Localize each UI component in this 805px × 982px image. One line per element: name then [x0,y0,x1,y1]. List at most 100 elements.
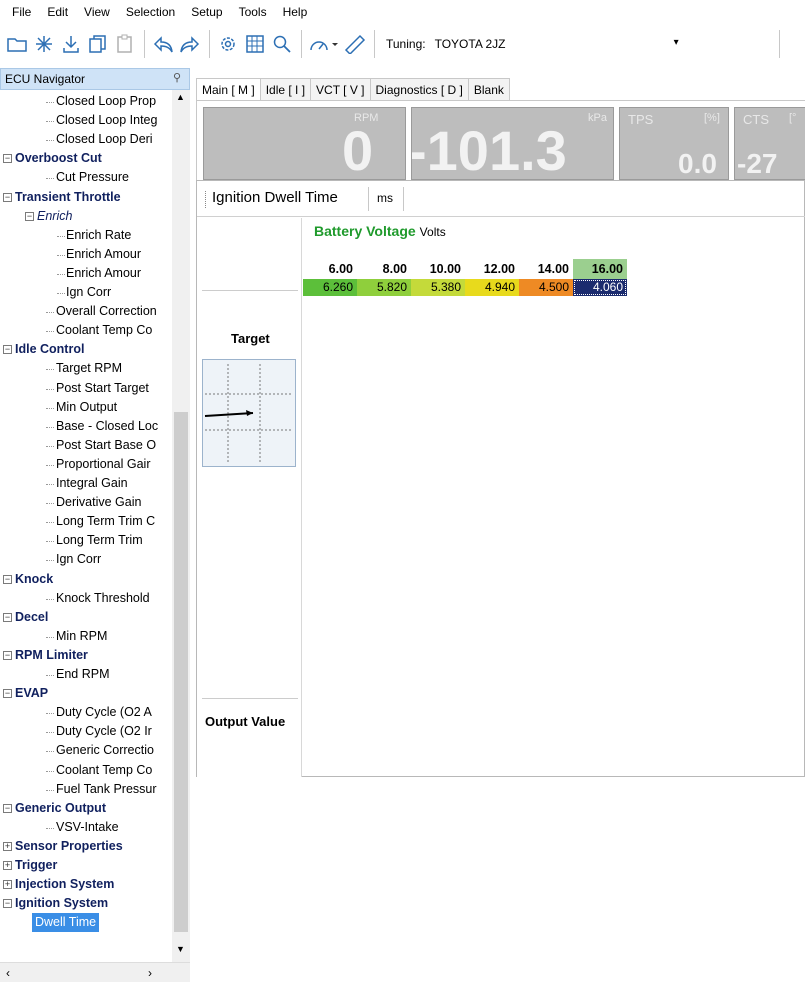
nav-item[interactable]: Target RPM [56,359,122,378]
table-cell[interactable]: 5.380 [411,279,465,296]
nav-category[interactable]: Sensor Properties [15,837,123,856]
menu-view[interactable]: View [76,0,118,24]
nav-category[interactable]: Idle Control [15,340,84,359]
nav-category[interactable]: Ignition System [15,894,108,913]
scroll-down-icon[interactable]: ▼ [176,944,185,954]
nav-item[interactable]: Closed Loop Deri [56,130,153,149]
table-cell[interactable]: 4.940 [465,279,519,296]
grip-handle[interactable] [205,191,206,208]
nav-category[interactable]: Transient Throttle [15,188,121,207]
nav-category[interactable]: Overboost Cut [15,149,102,168]
nav-item[interactable]: Cut Pressure [56,168,129,187]
tuning-select[interactable]: TOYOTA 2JZ ▾ [431,32,692,56]
star-burst-icon[interactable] [31,29,57,59]
nav-item[interactable]: Ign Corr [56,550,101,569]
open-folder-icon[interactable] [4,29,30,59]
nav-item[interactable]: Base - Closed Loc [56,417,158,436]
nav-item[interactable]: Derivative Gain [56,493,141,512]
collapse-icon[interactable]: − [3,803,12,813]
nav-item[interactable]: Closed Loop Prop [56,92,156,111]
tab-2[interactable]: VCT [ V ] [310,78,371,100]
gauge-icon[interactable] [307,29,341,59]
nav-category[interactable]: EVAP [15,684,48,703]
table-cell[interactable]: 5.820 [357,279,411,296]
nav-item[interactable]: Fuel Tank Pressur [56,780,157,799]
nav-category[interactable]: Injection System [15,875,114,894]
nav-item[interactable]: Enrich Amour [66,245,141,264]
column-header[interactable]: 10.00 [411,259,465,279]
mini-map-preview[interactable] [202,359,296,467]
download-icon[interactable] [58,29,84,59]
navigator-hscrollbar[interactable]: ‹ › [0,962,190,982]
collapse-icon[interactable]: − [3,154,12,164]
tab-3[interactable]: Diagnostics [ D ] [369,78,469,100]
nav-item[interactable]: Post Start Base O [56,436,156,455]
expand-icon[interactable]: + [3,861,12,870]
nav-subcategory[interactable]: Enrich [37,207,72,226]
nav-item[interactable]: Closed Loop Integ [56,111,157,130]
expand-icon[interactable]: + [3,841,12,851]
nav-item[interactable]: Duty Cycle (O2 A [56,703,152,722]
collapse-icon[interactable]: − [3,689,12,699]
table-icon[interactable] [242,29,268,59]
column-header[interactable]: 12.00 [465,259,519,279]
menu-edit[interactable]: Edit [39,0,76,24]
nav-item[interactable]: Long Term Trim C [56,512,155,531]
nav-item[interactable]: Enrich Amour [66,264,141,283]
column-header[interactable]: 14.00 [519,259,573,279]
column-header[interactable]: 6.00 [303,259,357,279]
pin-icon[interactable]: ⚲ [173,71,181,84]
nav-item[interactable]: Coolant Temp Co [56,761,152,780]
undo-icon[interactable] [150,29,176,59]
redo-icon[interactable] [177,29,203,59]
menu-setup[interactable]: Setup [183,0,230,24]
table-cell[interactable]: 4.060 [573,279,627,296]
menu-tools[interactable]: Tools [231,0,275,24]
navigator-scrollbar[interactable]: ▲ ▼ [172,90,190,962]
collapse-icon[interactable]: − [3,899,12,909]
nav-item[interactable]: VSV-Intake [56,818,119,837]
column-header[interactable]: 8.00 [357,259,411,279]
collapse-icon[interactable]: − [3,192,12,202]
scroll-thumb[interactable] [174,412,188,932]
nav-category[interactable]: Trigger [15,856,57,875]
menu-help[interactable]: Help [275,0,316,24]
scroll-up-icon[interactable]: ▲ [176,92,185,102]
tab-1[interactable]: Idle [ I ] [259,78,312,100]
table-cell[interactable]: 4.500 [519,279,573,296]
table-grid[interactable]: 6.00 8.00 10.00 12.00 14.00 16.00 6.260 5.820 5.… [303,245,805,777]
nav-item[interactable]: Ign Corr [66,283,111,302]
nav-item[interactable]: Coolant Temp Co [56,321,152,340]
menu-file[interactable]: File [4,0,39,24]
ruler-icon[interactable] [342,29,368,59]
nav-item-selected[interactable]: Dwell Time [32,913,100,933]
nav-item[interactable]: Knock Threshold [56,589,150,608]
column-header[interactable]: 16.00 [573,259,627,279]
nav-item[interactable]: Duty Cycle (O2 Ir [56,722,152,741]
nav-category[interactable]: RPM Limiter [15,646,88,665]
nav-item[interactable]: Min Output [56,398,117,417]
collapse-icon[interactable]: − [3,345,12,355]
nav-item[interactable]: Generic Correctio [56,741,154,760]
scroll-right-icon[interactable]: › [148,966,152,980]
nav-item[interactable]: Proportional Gair [56,455,151,474]
nav-item[interactable]: End RPM [56,665,110,684]
table-cell[interactable]: 6.260 [303,279,357,296]
nav-item[interactable]: Overall Correction [56,302,157,321]
menu-selection[interactable]: Selection [118,0,183,24]
collapse-icon[interactable]: − [3,612,12,622]
collapse-icon[interactable]: − [3,650,12,660]
paste-icon[interactable] [112,29,138,59]
nav-item[interactable]: Min RPM [56,627,107,646]
collapse-icon[interactable]: − [25,211,34,221]
tab-0[interactable]: Main [ M ] [196,78,261,101]
scroll-left-icon[interactable]: ‹ [6,966,10,980]
tab-4[interactable]: Blank [467,78,510,100]
search-icon[interactable] [269,29,295,59]
nav-item[interactable]: Long Term Trim [56,531,143,550]
collapse-icon[interactable]: − [3,574,12,584]
nav-item[interactable]: Post Start Target [56,379,149,398]
settings-icon[interactable] [215,29,241,59]
nav-category[interactable]: Knock [15,570,53,589]
nav-category[interactable]: Generic Output [15,799,106,818]
